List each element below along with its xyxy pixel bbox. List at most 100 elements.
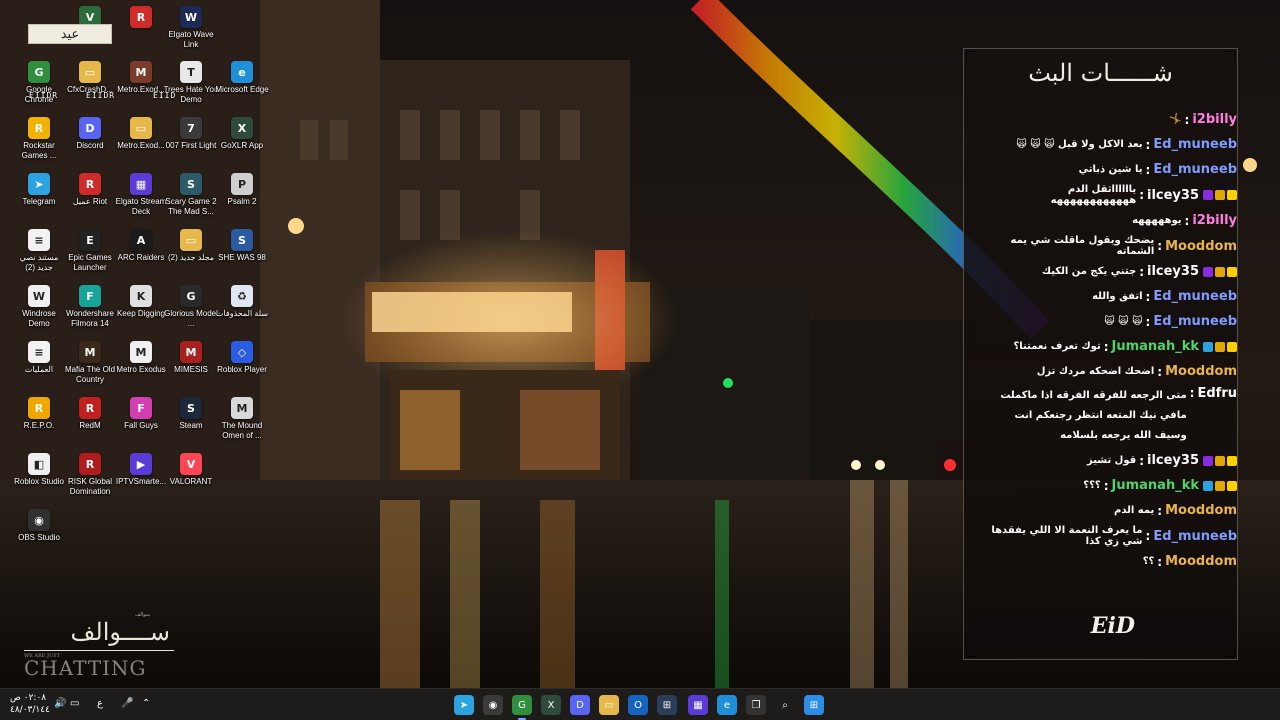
desktop-icon[interactable]: e Microsoft Edge: [214, 61, 270, 95]
taskbar-search-icon[interactable]: ⌕: [775, 695, 795, 715]
chat-username[interactable]: Mooddom: [1165, 364, 1237, 379]
desktop-icon[interactable]: W Windrose Demo: [11, 285, 67, 329]
chat-username[interactable]: Ed_muneeb: [1153, 314, 1237, 329]
desktop-icon[interactable]: M Mafia The Old Country: [62, 341, 118, 385]
chat-username[interactable]: i2billy: [1192, 213, 1237, 228]
chat-username[interactable]: Ed_muneeb: [1153, 289, 1237, 304]
desktop-icon[interactable]: E Epic Games Launcher: [62, 229, 118, 273]
chat-username[interactable]: ilcey35: [1147, 264, 1199, 279]
risk-icon: R: [79, 453, 101, 475]
desktop-icon[interactable]: W Elgato Wave Link: [163, 6, 219, 50]
chat-username[interactable]: ilcey35: [1147, 188, 1199, 203]
desktop-icon-label: Mafia The Old Country: [64, 365, 116, 384]
desktop-icon[interactable]: ≡ مستند نصي جديد (2): [11, 229, 67, 273]
taskbar-telegram-icon[interactable]: ➤: [454, 695, 474, 715]
desktop-icon[interactable]: ▦ Elgato Stream Deck: [113, 173, 169, 217]
taskbar-edge-icon[interactable]: e: [717, 695, 737, 715]
chat-message-text: ما يعرف النعمة الا اللي يفقدها شي زي كذا: [991, 525, 1143, 547]
desktop-icon-label: ARC Raiders: [117, 253, 165, 262]
network-icon[interactable]: ▭: [70, 698, 79, 709]
telegram-icon: ➤: [28, 173, 50, 195]
taskbar-chrome-icon[interactable]: G: [512, 695, 532, 720]
desktop-icon[interactable]: F Wondershare Filmora 14: [62, 285, 118, 329]
desktop-icon[interactable]: R RedM: [62, 397, 118, 431]
desktop-icon[interactable]: R: [113, 6, 169, 30]
redm-icon: R: [79, 397, 101, 419]
language-indicator[interactable]: ع: [97, 698, 103, 709]
desktop-icon[interactable]: M MIMESIS: [163, 341, 219, 375]
desktop-icon[interactable]: ◇ Roblox Player: [214, 341, 270, 375]
desktop-icon[interactable]: S Steam: [163, 397, 219, 431]
chat-username[interactable]: Mooddom: [1165, 554, 1237, 569]
desktop-icon[interactable]: R Rockstar Games ...: [11, 117, 67, 161]
desktop-icon[interactable]: ≡ العمليات: [11, 341, 67, 375]
desktop-icon[interactable]: ➤ Telegram: [11, 173, 67, 207]
desktop-icon-label: Steam: [179, 421, 203, 430]
desktop-icon[interactable]: M The Mound Omen of ...: [214, 397, 270, 441]
taskbar-obs-icon[interactable]: ◉: [483, 695, 503, 715]
stream-deck-icon: ▦: [130, 173, 152, 195]
chat-username[interactable]: Mooddom: [1165, 239, 1237, 254]
desktop-icon[interactable]: S SHE WAS 98: [214, 229, 270, 263]
eiidr-watermark: EIID: [153, 91, 177, 100]
desktop-icon[interactable]: F Fall Guys: [113, 397, 169, 431]
desktop-icon-label: MIMESIS: [174, 365, 208, 374]
desktop-icon[interactable]: ◉ OBS Studio: [11, 509, 67, 543]
taskbar-task-view-icon[interactable]: ❐: [746, 695, 766, 715]
chat-message-text: يا شين ذباتي: [1078, 164, 1143, 175]
chat-username[interactable]: Ed_muneeb: [1153, 529, 1237, 544]
chat-separator: :: [1184, 112, 1190, 127]
desktop-icon[interactable]: M Metro Exodus: [113, 341, 169, 375]
chat-username[interactable]: Ed_muneeb: [1153, 162, 1237, 177]
desktop-icon[interactable]: ▭ CfxCrashD...: [62, 61, 118, 95]
chat-message-text: ؟؟: [1142, 556, 1155, 567]
desktop-icon[interactable]: M Metro.Exod...: [113, 61, 169, 95]
chat-username[interactable]: i2billy: [1192, 112, 1237, 127]
desktop-icon[interactable]: ▭ Metro.Exod...: [113, 117, 169, 151]
chat-message-text: يضحك ويقول ماقلت شي يمه الشماته: [1010, 235, 1155, 257]
taskbar-discord-icon[interactable]: D: [570, 695, 590, 715]
tray-clock[interactable]: ٠٢:٠٨ ص ٤٨/٠٣/١٤٤: [10, 692, 50, 716]
filmora-icon: F: [79, 285, 101, 307]
desktop-icon[interactable]: S Scary Game 2 The Mad S...: [163, 173, 219, 217]
taskbar-outlook-icon[interactable]: O: [628, 695, 648, 715]
folder-icon: ▭: [130, 117, 152, 139]
taskbar-file-explorer-icon[interactable]: ▭: [599, 695, 619, 715]
chevron-up-icon[interactable]: ⌃: [142, 698, 150, 709]
iptv-icon: ▶: [130, 453, 152, 475]
chat-username[interactable]: Edfru: [1197, 386, 1237, 401]
desktop-icon[interactable]: A ARC Raiders: [113, 229, 169, 263]
desktop-icon[interactable]: ♻ سلة المحذوفات: [214, 285, 270, 319]
user-badges: [1203, 266, 1237, 277]
taskbar-goxlr-icon[interactable]: X: [541, 695, 561, 715]
desktop-icon[interactable]: ▭ مجلد جديد (2): [163, 229, 219, 263]
panel-corner: [1225, 647, 1235, 657]
taskbar-stream-deck-icon[interactable]: ▦: [688, 695, 708, 715]
chat-username[interactable]: ilcey35: [1147, 453, 1199, 468]
taskbar-start-icon[interactable]: ⊞: [804, 695, 824, 715]
chat-title: شــــــات البث: [1028, 59, 1173, 87]
desktop-icon[interactable]: R RISK Global Domination: [62, 453, 118, 497]
chat-username[interactable]: Jumanah_kk: [1112, 339, 1199, 354]
chat-username[interactable]: Ed_muneeb: [1153, 137, 1237, 152]
desktop-icon[interactable]: V VALORANT: [163, 453, 219, 487]
chat-username[interactable]: Mooddom: [1165, 503, 1237, 518]
desktop-icon-label: Metro Exodus: [116, 365, 166, 374]
desktop-icon[interactable]: D Discord: [62, 117, 118, 151]
desktop-icon[interactable]: 7 007 First Light: [163, 117, 219, 151]
volume-icon[interactable]: 🔊: [54, 698, 66, 709]
glorious-icon: G: [180, 285, 202, 307]
desktop-icon[interactable]: R عميل Riot: [62, 173, 118, 207]
desktop-icon[interactable]: ◧ Roblox Studio: [11, 453, 67, 487]
taskbar-store-icon[interactable]: ⊞: [657, 695, 677, 715]
desktop-icon[interactable]: R R.E.P.O.: [11, 397, 67, 431]
desktop-icon[interactable]: K Keep Digging: [113, 285, 169, 319]
psalm-icon: P: [231, 173, 253, 195]
desktop-icon[interactable]: P Psalm 2: [214, 173, 270, 207]
desktop-icon[interactable]: ▶ IPTVSmarte...: [113, 453, 169, 487]
microphone-icon[interactable]: 🎤: [121, 698, 133, 709]
steam-icon: S: [180, 397, 202, 419]
desktop-icon[interactable]: G Glorious Model ...: [163, 285, 219, 329]
desktop-icon[interactable]: X GoXLR App: [214, 117, 270, 151]
chat-username[interactable]: Jumanah_kk: [1112, 478, 1199, 493]
